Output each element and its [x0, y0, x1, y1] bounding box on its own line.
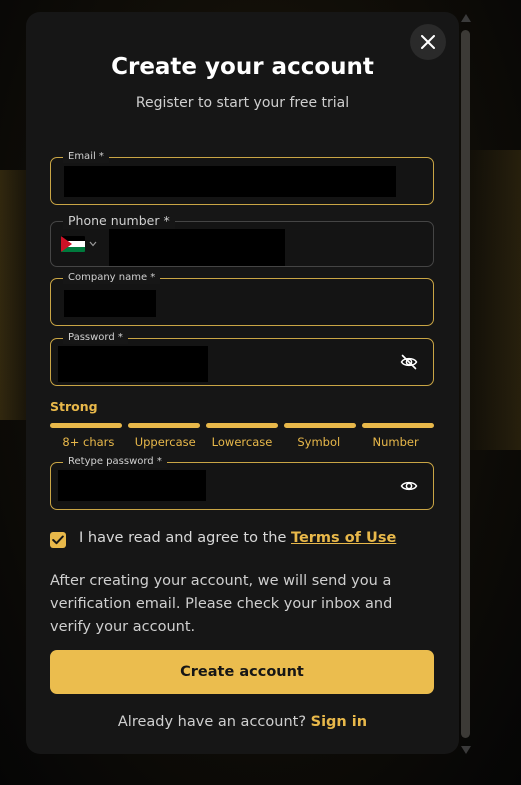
company-name-label: Company name * — [63, 272, 161, 284]
scroll-up-arrow-icon[interactable] — [461, 14, 471, 22]
dialog-title: Create your account — [111, 54, 374, 80]
strength-segment — [206, 423, 278, 428]
eye-off-icon — [400, 354, 418, 370]
phone-value-redacted — [109, 229, 285, 266]
jordan-flag-icon — [61, 236, 85, 252]
chevron-down-icon — [89, 241, 97, 247]
retype-password-value-redacted — [58, 470, 206, 501]
terms-statement: I have read and agree to the Terms of Us… — [79, 530, 396, 546]
close-icon — [421, 35, 435, 49]
country-selector[interactable] — [61, 236, 97, 252]
password-label: Password * — [63, 332, 128, 344]
toggle-password-visibility[interactable] — [399, 352, 419, 372]
retype-password-field[interactable]: Retype password * — [50, 456, 434, 510]
terms-of-use-link[interactable]: Terms of Use — [291, 530, 396, 546]
scrollbar-thumb[interactable] — [461, 30, 470, 738]
criterion-number: Number — [372, 435, 419, 449]
criterion-symbol: Symbol — [297, 435, 341, 449]
eye-icon — [400, 481, 418, 491]
company-name-field[interactable]: Company name * — [50, 272, 434, 326]
strength-segment — [362, 423, 434, 428]
create-account-button[interactable]: Create account — [50, 650, 434, 694]
checkmark-icon — [52, 535, 64, 545]
phone-field[interactable]: Phone number * — [50, 213, 434, 267]
email-value-redacted — [64, 166, 396, 197]
scrollbar[interactable] — [460, 14, 472, 754]
criterion-lowercase: Lowercase — [211, 435, 273, 449]
phone-label: Phone number * — [63, 213, 175, 229]
password-value-redacted — [58, 346, 208, 382]
signin-prompt: Already have an account? Sign in — [26, 714, 459, 730]
verification-info-text: After creating your account, we will sen… — [50, 573, 393, 635]
dialog-subtitle: Register to start your free trial — [135, 95, 350, 111]
password-criteria: 8+ chars Uppercase Lowercase Symbol Numb… — [50, 435, 434, 449]
company-value-redacted — [64, 290, 156, 317]
signin-prefix: Already have an account? — [117, 714, 311, 730]
password-strength-label: Strong — [50, 399, 98, 414]
strength-segment — [128, 423, 200, 428]
email-field[interactable]: Email * — [50, 151, 434, 205]
retype-password-label: Retype password * — [63, 456, 167, 468]
strength-segment — [50, 423, 122, 428]
strength-segment — [284, 423, 356, 428]
terms-prefix: I have read and agree to the — [79, 530, 291, 546]
scroll-down-arrow-icon[interactable] — [461, 746, 471, 754]
email-label: Email * — [63, 151, 109, 163]
terms-checkbox[interactable] — [50, 532, 66, 548]
password-field[interactable]: Password * — [50, 332, 434, 386]
criterion-length: 8+ chars — [62, 435, 115, 449]
sign-in-link[interactable]: Sign in — [311, 714, 367, 730]
criterion-uppercase: Uppercase — [134, 435, 196, 449]
toggle-retype-password-visibility[interactable] — [399, 476, 419, 496]
password-strength-meter — [50, 423, 434, 428]
signup-dialog: Create your account Register to start yo… — [26, 12, 459, 754]
